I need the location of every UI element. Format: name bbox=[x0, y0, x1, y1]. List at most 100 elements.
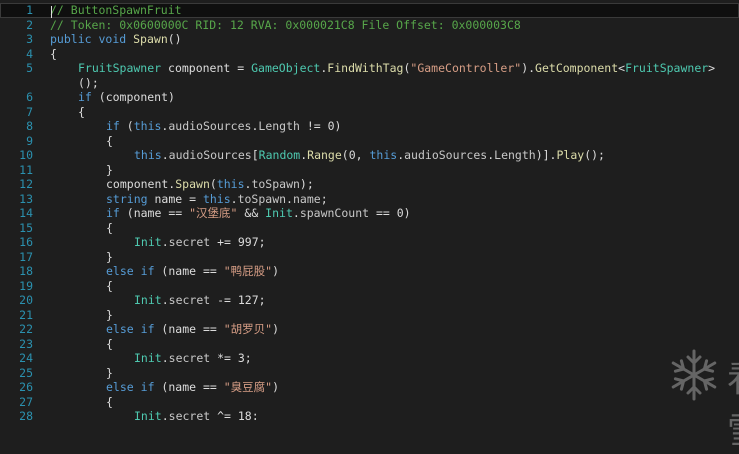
snowflake-icon bbox=[671, 349, 717, 401]
code-token: ). bbox=[521, 61, 536, 75]
code-token: (name == bbox=[154, 380, 224, 394]
code-text: } bbox=[106, 250, 113, 265]
code-text: { bbox=[106, 134, 113, 149]
line-number: 21 bbox=[19, 307, 33, 322]
code-line[interactable]: 16 Init.secret += 997; bbox=[0, 235, 739, 250]
code-token: (); bbox=[78, 75, 99, 90]
code-token: Spawn bbox=[175, 177, 210, 191]
code-token: -= 127; bbox=[210, 293, 266, 307]
code-line[interactable]: 4{ bbox=[0, 47, 739, 62]
code-token: Spawn bbox=[133, 32, 168, 46]
code-line[interactable]: 27 { bbox=[0, 395, 739, 410]
code-token: (); bbox=[584, 148, 605, 162]
code-text: { bbox=[50, 47, 57, 62]
code-line[interactable]: 25} bbox=[0, 366, 739, 381]
code-line[interactable]: 17} bbox=[0, 250, 739, 265]
code-line[interactable]: 8 if (this.audioSources.Length != 0) bbox=[0, 119, 739, 134]
code-text: } bbox=[106, 308, 113, 323]
code-line[interactable]: 21} bbox=[0, 308, 739, 323]
code-line[interactable]: 15 { bbox=[0, 221, 739, 236]
code-line[interactable]: 12 component.Spawn(this.toSpawn); bbox=[0, 177, 739, 192]
line-number: 6 bbox=[26, 90, 33, 104]
code-token: != 0) bbox=[299, 119, 342, 133]
watermark-text: 看雪 bbox=[727, 350, 739, 454]
code-token: Random bbox=[258, 148, 301, 162]
code-line[interactable]: 28 Init.secret ^= 18; bbox=[0, 409, 739, 420]
code-token: { bbox=[106, 220, 113, 235]
code-line[interactable]: 9{ bbox=[0, 134, 739, 149]
code-line[interactable]: 6 if (component) bbox=[0, 90, 739, 105]
code-line[interactable]: 11} bbox=[0, 163, 739, 178]
code-editor[interactable]: 1 // ButtonSpawnFruit 2 // Token: 0x0600000… bbox=[0, 0, 739, 420]
code-token: this bbox=[202, 191, 231, 206]
line-number: 9 bbox=[26, 133, 33, 148]
line-number: 16 bbox=[19, 235, 33, 249]
code-line[interactable]: 20 Init.secret -= 127; bbox=[0, 293, 739, 308]
code-token: "GameController" bbox=[410, 61, 522, 75]
code-token: ( bbox=[209, 177, 217, 191]
code-line[interactable]: (); bbox=[0, 76, 739, 91]
code-token: this bbox=[369, 148, 398, 162]
code-token: } bbox=[106, 365, 113, 380]
line-number: 4 bbox=[26, 46, 33, 61]
code-line[interactable]: 13 string name = this.toSpawn.name; bbox=[0, 192, 739, 207]
code-token: public bbox=[50, 32, 92, 46]
code-text: public void Spawn() bbox=[50, 32, 182, 47]
code-token: += 997; bbox=[210, 235, 266, 249]
line-number: 24 bbox=[19, 351, 33, 365]
code-text: component.Spawn(this.toSpawn); bbox=[106, 177, 314, 192]
code-text: Init.secret += 997; bbox=[134, 235, 266, 250]
code-token: . bbox=[161, 148, 169, 162]
code-text: else if (name == "胡罗贝") bbox=[106, 322, 279, 337]
line-number: 14 bbox=[19, 206, 33, 220]
code-line[interactable]: 24 Init.secret *= 3; bbox=[0, 351, 739, 366]
code-line[interactable]: 2 // Token: 0x0600000C RID: 12 RVA: 0x000… bbox=[0, 18, 739, 33]
code-token: if bbox=[140, 322, 155, 336]
code-token: toSpawn bbox=[237, 191, 287, 206]
line-number: 23 bbox=[19, 336, 33, 351]
line-number: 3 bbox=[26, 32, 33, 46]
code-token: void bbox=[98, 32, 127, 46]
code-line[interactable]: 10 this.audioSources[Random.Range(0, this… bbox=[0, 148, 739, 163]
code-line[interactable]: 18 else if (name == "鸭屁股") bbox=[0, 264, 739, 279]
code-line[interactable]: 5 FruitSpawner component = GameObject.Fin… bbox=[0, 61, 739, 76]
code-text: { bbox=[106, 337, 113, 352]
code-line[interactable]: 1 // ButtonSpawnFruit bbox=[0, 3, 739, 18]
code-token: . bbox=[286, 191, 293, 206]
code-token: if bbox=[106, 119, 120, 133]
code-line[interactable]: 26 else if (name == "臭豆腐") bbox=[0, 380, 739, 395]
code-token: (name == bbox=[154, 322, 224, 336]
code-token: spawnCount bbox=[299, 206, 370, 220]
code-line[interactable]: 7{ bbox=[0, 105, 739, 120]
code-token: Init bbox=[134, 351, 162, 365]
code-token: // ButtonSpawnFruit bbox=[50, 3, 182, 17]
code-token: "臭豆腐" bbox=[223, 380, 273, 394]
code-token: if bbox=[140, 380, 155, 394]
code-token: secret bbox=[168, 351, 211, 365]
code-line[interactable]: 22 else if (name == "胡罗贝") bbox=[0, 322, 739, 337]
code-text: { bbox=[106, 395, 113, 410]
code-line[interactable]: 14 if (name == "汉堡底" && Init.spawnCount =… bbox=[0, 206, 739, 221]
code-token: { bbox=[78, 104, 85, 119]
code-line[interactable]: 23 { bbox=[0, 337, 739, 352]
code-token: { bbox=[106, 336, 113, 351]
code-token: ; bbox=[320, 191, 328, 206]
code-token: toSpawn bbox=[251, 177, 300, 191]
code-token: component. bbox=[106, 177, 176, 191]
code-token: } bbox=[106, 307, 113, 322]
code-token: else bbox=[106, 322, 134, 336]
code-text: // ButtonSpawnFruit bbox=[50, 3, 182, 18]
code-token: secret bbox=[168, 235, 211, 249]
code-token: == 0) bbox=[369, 206, 411, 220]
code-text: FruitSpawner component = GameObject.Find… bbox=[78, 61, 715, 76]
code-line[interactable]: 19 { bbox=[0, 279, 739, 294]
code-token: { bbox=[106, 278, 113, 293]
code-line[interactable]: 3 public void Spawn() bbox=[0, 32, 739, 47]
code-token: this bbox=[216, 177, 245, 191]
code-text: { bbox=[78, 105, 85, 120]
line-number: 10 bbox=[19, 148, 33, 162]
code-token: (name == bbox=[154, 264, 224, 278]
code-token: && bbox=[237, 206, 266, 220]
code-token: Length bbox=[494, 148, 536, 162]
